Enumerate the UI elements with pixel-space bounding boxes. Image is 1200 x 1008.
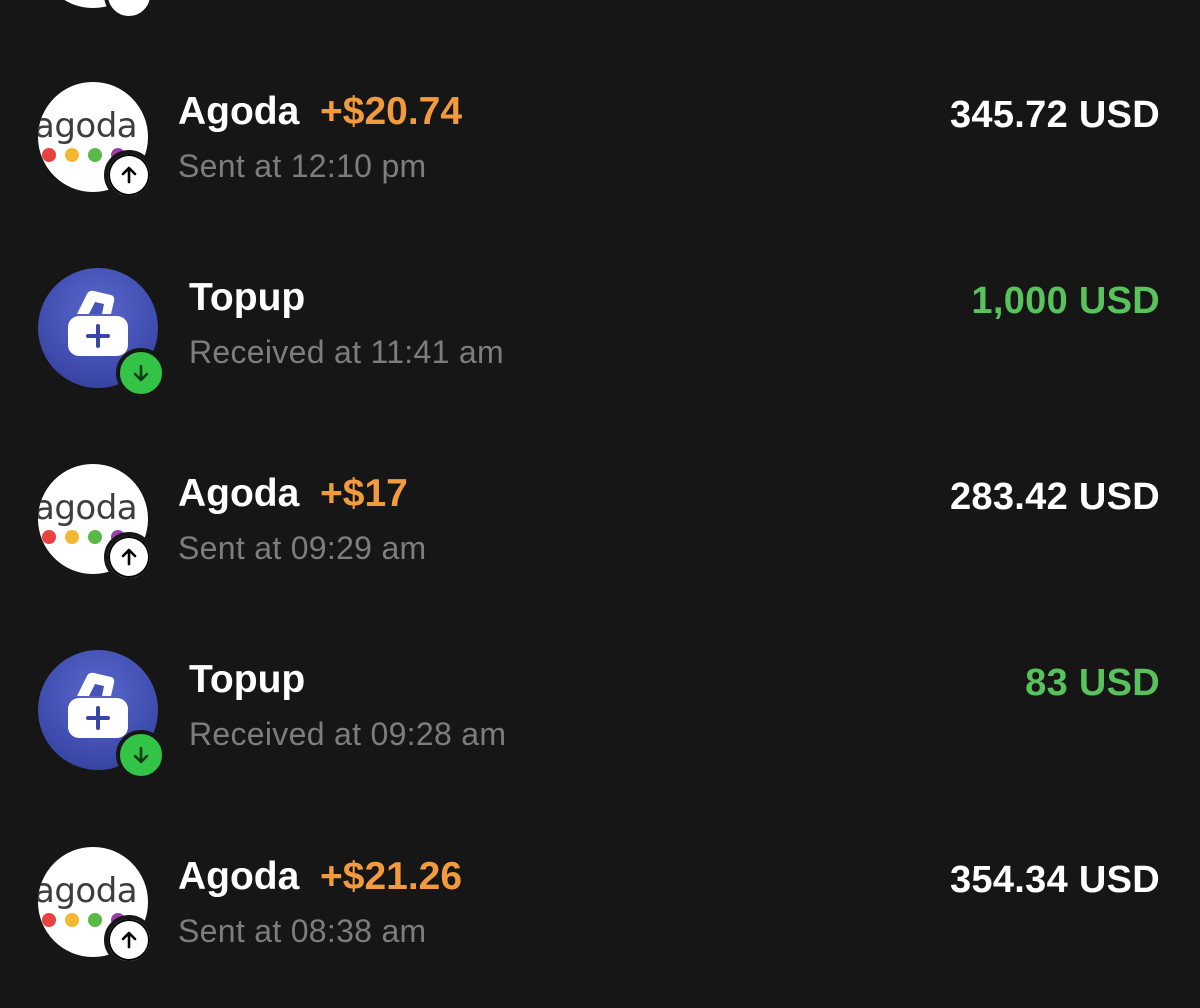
transaction-row[interactable]: Topup Received at 11:41 am 1,000 USD <box>0 268 1200 398</box>
transaction-row[interactable]: Topup Received at 09:28 am 83 USD <box>0 650 1200 780</box>
merchant-name: Agoda <box>178 472 300 515</box>
partial-direction-badge <box>104 0 154 20</box>
merchant-name: Topup <box>189 658 306 701</box>
merchant-name: Agoda <box>178 90 300 133</box>
agoda-logo-text: agoda <box>38 871 138 911</box>
transaction-amount: 354.34 USD <box>949 859 1160 901</box>
merchant-avatar: agoda <box>38 847 162 971</box>
cashback-amount: +$17 <box>320 472 408 515</box>
transaction-amount: 283.42 USD <box>949 476 1160 518</box>
agoda-logo-text: agoda <box>38 488 138 528</box>
merchant-name: Agoda <box>178 855 300 898</box>
wallet-plus-icon <box>68 672 128 738</box>
transaction-amount: 345.72 USD <box>949 94 1160 136</box>
arrow-down-icon <box>116 348 166 398</box>
cashback-amount: +$21.26 <box>320 855 463 898</box>
transaction-time: Received at 09:28 am <box>189 716 507 752</box>
transaction-amount: 1,000 USD <box>971 280 1160 322</box>
merchant-name: Topup <box>189 276 306 319</box>
transaction-time: Sent at 08:38 am <box>178 913 427 949</box>
transaction-row[interactable]: agoda Agoda +$20.74 Sent at 12:10 pm 345… <box>0 82 1200 212</box>
arrow-up-icon <box>104 532 154 582</box>
cashback-amount: +$20.74 <box>320 90 463 133</box>
arrow-down-icon <box>116 730 166 780</box>
arrow-up-icon <box>104 915 154 965</box>
merchant-avatar <box>38 268 166 398</box>
transaction-list: agoda Agoda +$20.74 Sent at 12:10 pm 345… <box>0 0 1200 1008</box>
arrow-up-icon <box>104 150 154 200</box>
merchant-avatar <box>38 650 166 780</box>
transaction-time: Sent at 12:10 pm <box>178 148 427 184</box>
wallet-plus-icon <box>68 290 128 356</box>
transaction-time: Received at 11:41 am <box>189 334 504 370</box>
transaction-time: Sent at 09:29 am <box>178 530 427 566</box>
transaction-row[interactable]: agoda Agoda +$17 Sent at 09:29 am 283.42… <box>0 464 1200 594</box>
transaction-row[interactable]: agoda Agoda +$21.26 Sent at 08:38 am 354… <box>0 847 1200 977</box>
agoda-logo-text: agoda <box>38 106 138 146</box>
merchant-avatar: agoda <box>38 464 162 588</box>
transaction-amount: 83 USD <box>1025 662 1160 704</box>
merchant-avatar: agoda <box>38 82 162 206</box>
